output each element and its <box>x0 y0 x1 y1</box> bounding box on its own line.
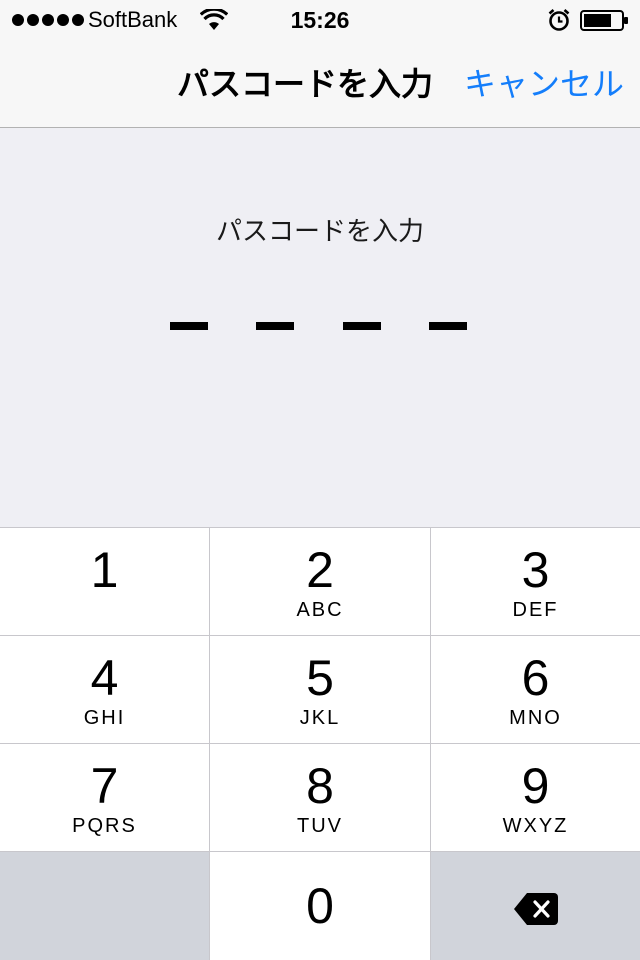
alarm-icon <box>548 9 570 31</box>
key-letters: MNO <box>509 707 562 729</box>
status-bar: SoftBank 15:26 <box>0 0 640 40</box>
key-1[interactable]: 1 <box>0 528 209 635</box>
key-letters: DEF <box>512 599 559 621</box>
key-letters: ABC <box>296 599 344 621</box>
key-letters: PQRS <box>72 815 137 837</box>
passcode-digit-slot <box>429 322 467 330</box>
key-8[interactable]: 8 TUV <box>210 744 430 851</box>
key-letters: TUV <box>297 815 343 837</box>
key-number: 2 <box>306 542 334 598</box>
key-letters: JKL <box>299 707 341 729</box>
key-4[interactable]: 4 GHI <box>0 636 209 743</box>
key-letters: GHI <box>83 707 126 729</box>
key-number: 7 <box>90 758 119 814</box>
key-letters: WXYZ <box>502 815 569 837</box>
clock-time: 15:26 <box>290 7 350 33</box>
navigation-bar: パスコードを入力 キャンセル <box>0 40 640 128</box>
passcode-digit-slot <box>170 322 208 330</box>
key-number: 0 <box>306 878 334 934</box>
cancel-button[interactable]: キャンセル <box>464 64 624 104</box>
passcode-digit-slot <box>343 322 381 330</box>
passcode-digit-slots <box>170 322 470 332</box>
key-6[interactable]: 6 MNO <box>431 636 640 743</box>
key-5[interactable]: 5 JKL <box>210 636 430 743</box>
key-7[interactable]: 7 PQRS <box>0 744 209 851</box>
key-number: 6 <box>521 650 550 706</box>
backspace-icon <box>514 893 558 925</box>
passcode-digit-slot <box>256 322 294 330</box>
key-number: 3 <box>521 542 550 598</box>
key-3[interactable]: 3 DEF <box>431 528 640 635</box>
key-0[interactable]: 0 <box>210 852 430 960</box>
key-number: 8 <box>306 758 334 814</box>
key-2[interactable]: 2 ABC <box>210 528 430 635</box>
key-9[interactable]: 9 WXYZ <box>431 744 640 851</box>
key-number: 4 <box>90 650 119 706</box>
key-number: 1 <box>90 542 119 598</box>
key-number: 5 <box>306 650 334 706</box>
battery-icon <box>580 10 628 31</box>
passcode-prompt: パスコードを入力 <box>215 217 424 247</box>
key-number: 9 <box>521 758 550 814</box>
key-blank <box>0 852 209 960</box>
page-title: パスコードを入力 <box>176 65 433 103</box>
